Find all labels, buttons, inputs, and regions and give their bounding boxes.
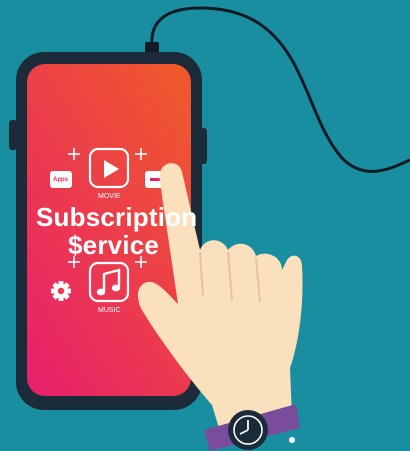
title-line-1: Subscription xyxy=(36,202,198,232)
tile-icon-bar xyxy=(150,178,160,181)
side-button-left xyxy=(9,120,17,150)
music-label: MUSIC xyxy=(98,307,121,314)
apps-badge-label: Apps xyxy=(53,177,68,183)
movie-label: MOVIE xyxy=(98,193,121,200)
side-button-right xyxy=(200,128,207,164)
title-line-2: $ervice xyxy=(68,230,160,260)
gear-icon[interactable] xyxy=(51,281,71,301)
